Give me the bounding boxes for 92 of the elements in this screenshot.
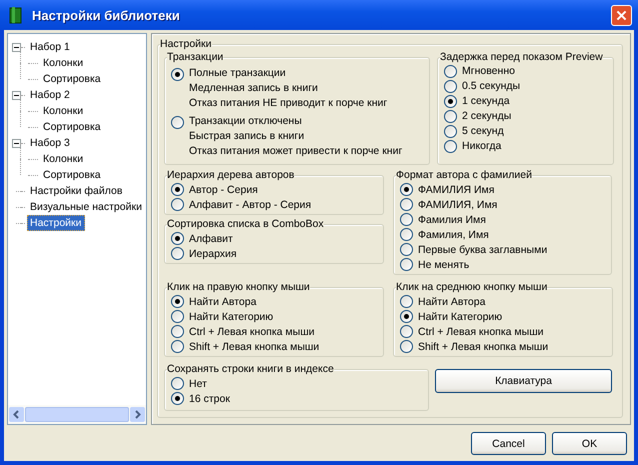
group-title: Клик на правую кнопку мыши xyxy=(167,281,310,294)
option-label: Фамилия Имя xyxy=(418,214,486,226)
radio-button[interactable] xyxy=(400,325,413,338)
option-label: ФАМИЛИЯ, Имя xyxy=(418,198,498,210)
tree-item[interactable]: Визуальные настройки xyxy=(27,199,145,215)
cancel-button[interactable]: Cancel xyxy=(471,432,546,455)
tree-item[interactable]: Сортировка xyxy=(40,71,104,87)
option-label: Фамилия, Имя xyxy=(418,228,489,240)
option-label: Автор - Серия xyxy=(189,184,258,196)
radio-button[interactable] xyxy=(400,183,413,196)
option-label: Нет xyxy=(189,378,207,390)
option-label: Найти Автора xyxy=(418,296,486,308)
group-title: Задержка перед показом Preview xyxy=(440,51,603,64)
option-description: Быстрая запись в книги xyxy=(189,129,306,144)
tree-item[interactable]: Набор 3 xyxy=(27,135,73,151)
option-label: Алфавит - Автор - Серия xyxy=(189,198,312,210)
keyboard-button[interactable]: Клавиатура xyxy=(435,369,612,393)
horizontal-scrollbar[interactable] xyxy=(8,405,146,424)
tree-item[interactable]: Набор 2 xyxy=(27,87,73,103)
radio-button[interactable] xyxy=(444,80,457,93)
option-label: 16 строк xyxy=(189,392,230,404)
radio-button[interactable] xyxy=(171,198,184,211)
tree-item[interactable]: Сортировка xyxy=(40,119,104,135)
tree-item[interactable]: Колонки xyxy=(40,151,86,167)
radio-button[interactable] xyxy=(171,377,184,390)
scroll-right-icon[interactable] xyxy=(130,407,145,422)
tree-item[interactable]: Сортировка xyxy=(40,167,104,183)
option-description: Отказ питания может привести к порче книг xyxy=(189,144,402,159)
group-title: Сортировка списка в ComboBox xyxy=(167,218,324,231)
book-icon xyxy=(8,6,24,24)
collapse-icon[interactable] xyxy=(12,42,21,52)
radio-button[interactable] xyxy=(444,110,457,123)
collapse-icon[interactable] xyxy=(12,90,21,100)
option-label: Shift + Левая кнопка мыши xyxy=(418,340,548,352)
radio-button[interactable] xyxy=(171,68,184,81)
tree-item[interactable]: Набор 1 xyxy=(27,39,73,55)
option-label: Найти Категорию xyxy=(418,310,502,322)
radio-button[interactable] xyxy=(171,247,184,260)
scroll-left-icon[interactable] xyxy=(9,407,24,422)
option-label: 1 секунда xyxy=(462,94,510,109)
tree-item[interactable]: Колонки xyxy=(40,55,86,71)
tree-item[interactable]: Колонки xyxy=(40,103,86,119)
option-label: 0.5 секунды xyxy=(462,79,520,94)
group-title: Формат автора с фамилией xyxy=(396,169,532,182)
radio-button[interactable] xyxy=(171,116,184,129)
option-label: Shift + Левая кнопка мыши xyxy=(189,340,320,352)
ok-button[interactable]: OK xyxy=(552,432,627,455)
tree-item[interactable]: Настройки файлов xyxy=(27,183,126,199)
tree-item[interactable]: Настройки xyxy=(27,215,84,231)
radio-button[interactable] xyxy=(444,140,457,153)
radio-button[interactable] xyxy=(400,228,413,241)
group-title: Клик на среднюю кнопку мыши xyxy=(396,281,548,294)
radio-button[interactable] xyxy=(400,310,413,323)
radio-button[interactable] xyxy=(444,95,457,108)
group-title: Транзакции xyxy=(167,51,224,64)
radio-button[interactable] xyxy=(171,295,184,308)
window-title: Настройки библиотеки xyxy=(32,8,181,22)
radio-button[interactable] xyxy=(171,340,184,353)
radio-button[interactable] xyxy=(400,213,413,226)
option-label: Транзакции отключены xyxy=(189,114,303,129)
option-label: Найти Автора xyxy=(189,296,256,308)
radio-button[interactable] xyxy=(444,65,457,78)
group-title: Настройки xyxy=(160,38,212,51)
option-label: Никогда xyxy=(462,139,502,154)
option-label: 5 секунд xyxy=(462,124,504,139)
radio-button[interactable] xyxy=(444,125,457,138)
group-title: Иерархия дерева авторов xyxy=(167,169,294,182)
option-description: Медленная запись в книги xyxy=(189,81,319,96)
radio-button[interactable] xyxy=(400,198,413,211)
radio-button[interactable] xyxy=(400,243,413,256)
option-label: Ctrl + Левая кнопка мыши xyxy=(418,326,544,338)
option-label: Полные транзакции xyxy=(189,66,287,81)
radio-button[interactable] xyxy=(171,310,184,323)
option-label: Не менять xyxy=(418,258,470,270)
collapse-icon[interactable] xyxy=(12,138,21,148)
radio-button[interactable] xyxy=(171,325,184,338)
group-title: Сохранять строки книги в индексе xyxy=(167,363,334,376)
radio-button[interactable] xyxy=(400,295,413,308)
radio-button[interactable] xyxy=(171,183,184,196)
option-label: Первые буква заглавными xyxy=(418,244,548,256)
radio-button[interactable] xyxy=(400,258,413,271)
option-label: Мгновенно xyxy=(462,64,515,79)
option-label: ФАМИЛИЯ Имя xyxy=(418,184,494,196)
option-label: 2 секунды xyxy=(462,109,512,124)
option-label: Ctrl + Левая кнопка мыши xyxy=(189,326,314,338)
option-label: Алфавит xyxy=(189,232,233,244)
option-label: Найти Категорию xyxy=(189,310,274,322)
option-label: Иерархия xyxy=(189,248,237,260)
option-description: Отказ питания НЕ приводит к порче книг xyxy=(189,96,388,111)
radio-button[interactable] xyxy=(171,232,184,245)
radio-button[interactable] xyxy=(400,340,413,353)
radio-button[interactable] xyxy=(171,392,184,405)
